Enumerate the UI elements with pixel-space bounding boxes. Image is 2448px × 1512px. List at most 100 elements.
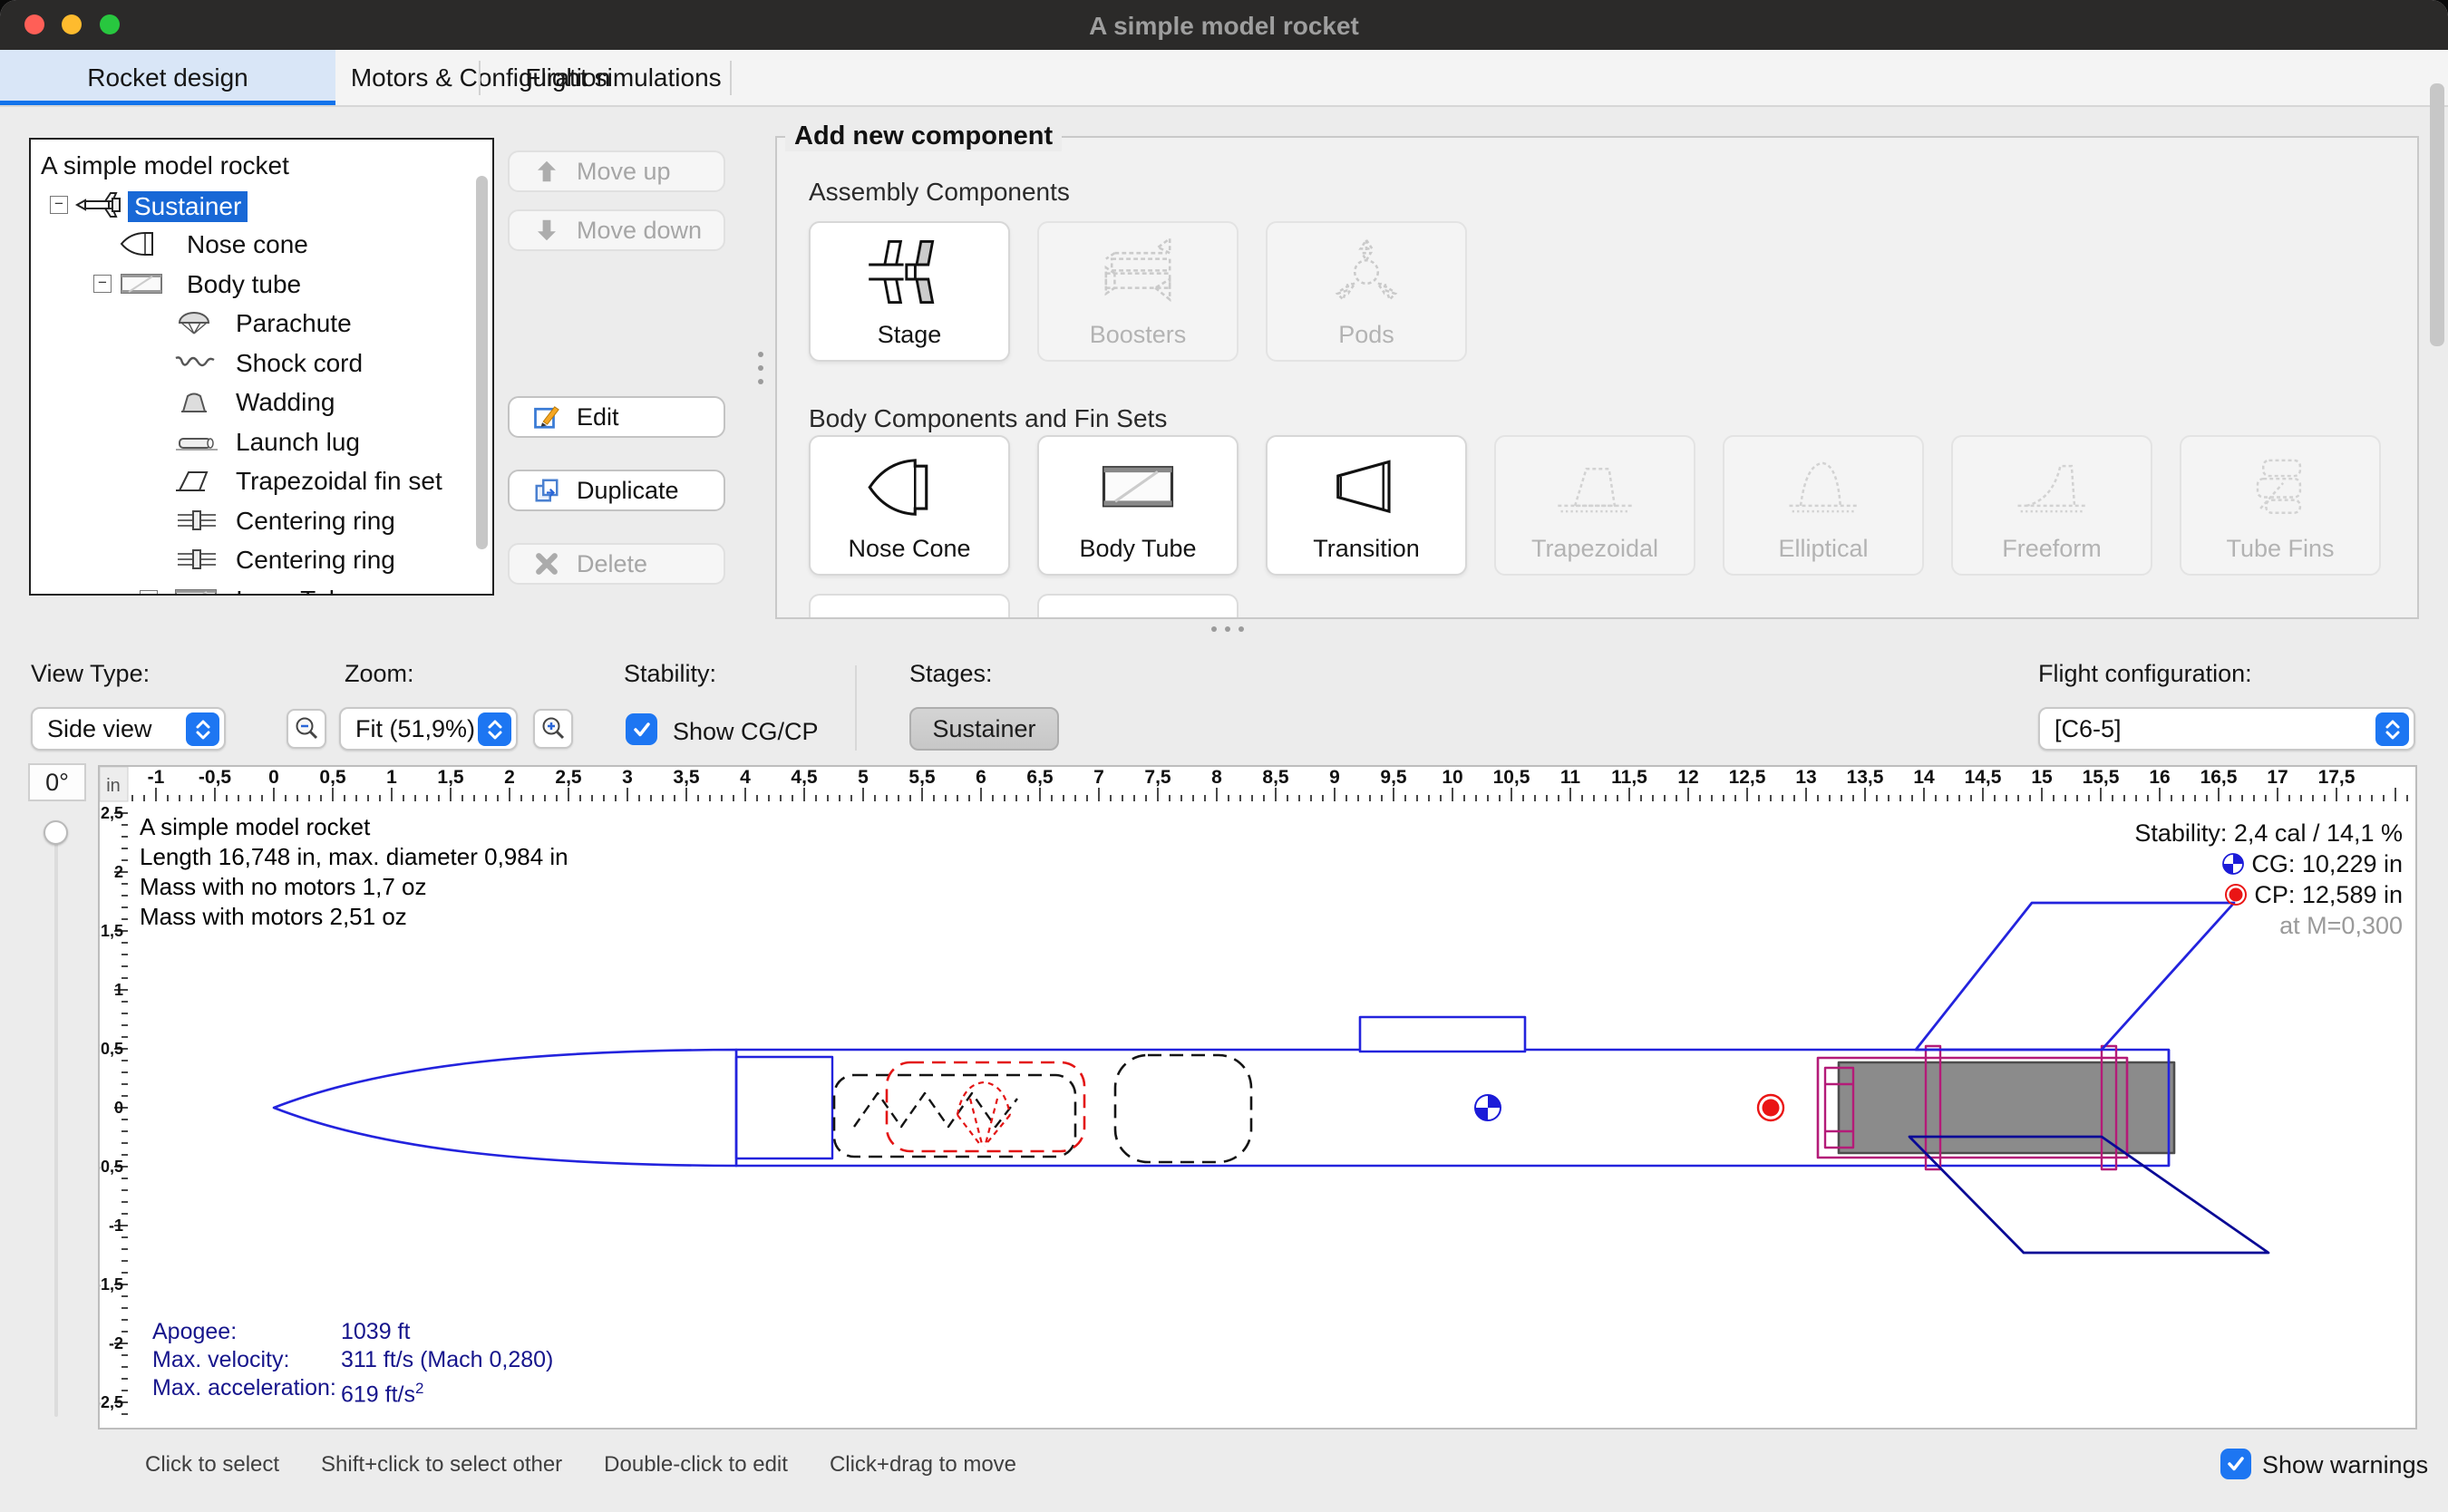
- svg-text:2: 2: [114, 863, 123, 881]
- add-trapezoidal-card: Trapezoidal: [1494, 435, 1695, 576]
- edit-button[interactable]: Edit: [508, 396, 725, 438]
- rotation-slider-knob[interactable]: [44, 820, 68, 845]
- toolbar-divider: [855, 665, 857, 751]
- vertical-splitter-handle[interactable]: [758, 352, 763, 384]
- svg-text:12,5: 12,5: [1729, 767, 1766, 788]
- add-transition-card[interactable]: Transition: [1266, 435, 1467, 576]
- assembly-components-label: Assembly Components: [809, 178, 1070, 207]
- add-body-tube-card[interactable]: Body Tube: [1037, 435, 1239, 576]
- card-trapezoidal-icon: [1496, 437, 1694, 535]
- card-label: Pods: [1338, 321, 1394, 349]
- body-tube-icon: [172, 586, 223, 596]
- card-tube-icon: [1039, 437, 1237, 535]
- rotation-slider-track[interactable]: [54, 832, 58, 1417]
- hint-text: Shift+click to select other: [321, 1452, 562, 1478]
- add-stage-card[interactable]: Stage: [809, 221, 1010, 362]
- tree-item-centering-ring[interactable]: Centering ring: [31, 500, 492, 540]
- svg-text:15: 15: [2031, 767, 2053, 788]
- magnifier-plus-icon: [539, 715, 567, 742]
- rocket-info-line: Mass with no motors 1,7 oz: [140, 872, 568, 902]
- zoom-out-button[interactable]: [287, 709, 326, 749]
- centering-ring-icon: [172, 546, 223, 573]
- parachute-icon: [172, 309, 223, 336]
- tree-item-label: Launch lug: [236, 428, 360, 457]
- tree-item-centering-ring[interactable]: Centering ring: [31, 539, 492, 579]
- flight-stat-label: Max. velocity:: [152, 1346, 341, 1374]
- svg-text:6,5: 6,5: [1026, 767, 1054, 788]
- add-nose-cone-card[interactable]: Nose Cone: [809, 435, 1010, 576]
- svg-text:9: 9: [1329, 767, 1340, 788]
- stage-toggle-sustainer[interactable]: Sustainer: [909, 707, 1059, 751]
- add-component-panel: Assembly Components Stage Boosters Pods Bo…: [775, 136, 2419, 619]
- rocket-info-line: Mass with motors 2,51 oz: [140, 902, 568, 932]
- add-elliptical-card: Elliptical: [1723, 435, 1924, 576]
- zoom-in-button[interactable]: [533, 709, 573, 749]
- expand-icon[interactable]: +: [140, 590, 158, 596]
- tab-flight-simulations[interactable]: Flight simulations: [499, 50, 748, 105]
- move-down-button[interactable]: Move down: [508, 209, 725, 251]
- svg-text:10: 10: [1442, 767, 1462, 788]
- partial-card: [1037, 594, 1239, 619]
- tree-item-sustainer[interactable]: − Sustainer: [31, 185, 492, 225]
- tree-item-trapezoidal-fin-set[interactable]: Trapezoidal fin set: [31, 460, 492, 500]
- zoom-select[interactable]: Fit (51,9%): [339, 707, 518, 751]
- card-label: Tube Fins: [2226, 535, 2334, 563]
- svg-text:-0,5: -0,5: [199, 767, 232, 788]
- svg-text:4,5: 4,5: [791, 767, 818, 788]
- tree-item-body-tube[interactable]: −Body tube: [31, 264, 492, 304]
- tab-rocket-design[interactable]: Rocket design: [0, 50, 335, 105]
- svg-text:3: 3: [622, 767, 633, 788]
- collapse-icon[interactable]: −: [50, 196, 68, 214]
- show-warnings-checkbox[interactable]: [2220, 1449, 2251, 1479]
- rocket-info-block: A simple model rocketLength 16,748 in, m…: [140, 812, 568, 932]
- tree-item-shock-cord[interactable]: Shock cord: [31, 343, 492, 383]
- delete-button[interactable]: Delete: [508, 543, 725, 585]
- collapse-icon[interactable]: −: [93, 275, 112, 293]
- launch-lug[interactable]: [1360, 1017, 1525, 1052]
- svg-text:3,5: 3,5: [673, 767, 700, 788]
- motor[interactable]: [1839, 1062, 2174, 1153]
- window-title: A simple model rocket: [0, 0, 2448, 50]
- hint-text: Double-click to edit: [604, 1452, 788, 1478]
- svg-text:2: 2: [504, 767, 515, 788]
- svg-text:1: 1: [386, 767, 397, 788]
- duplicate-button[interactable]: Duplicate: [508, 470, 725, 511]
- body-tube-icon: [118, 270, 169, 297]
- tree-item-label: Centering ring: [236, 507, 395, 536]
- tree-scrollbar[interactable]: [476, 176, 488, 549]
- view-type-select[interactable]: Side view: [31, 707, 226, 751]
- svg-text:13,5: 13,5: [1847, 767, 1884, 788]
- svg-text:14: 14: [1913, 767, 1935, 788]
- cp-legend-icon: [2223, 882, 2249, 907]
- horizontal-splitter-handle[interactable]: [1211, 626, 1244, 632]
- active-tab-underline: [0, 101, 335, 105]
- tree-item-label: Parachute: [236, 309, 352, 338]
- svg-text:0,5: 0,5: [101, 1040, 123, 1058]
- tree-item-wadding[interactable]: Wadding: [31, 382, 492, 422]
- add-pods-card: Pods: [1266, 221, 1467, 362]
- rotation-value-box[interactable]: 0°: [28, 763, 86, 801]
- svg-text:2,5: 2,5: [555, 767, 582, 788]
- title-bar: A simple model rocket: [0, 0, 2448, 50]
- partially-visible-card-row: [809, 594, 1239, 619]
- tree-item-parachute[interactable]: Parachute: [31, 303, 492, 343]
- mach-note: at M=0,300: [2134, 910, 2403, 941]
- tree-item-label: Sustainer: [128, 191, 248, 222]
- tree-item-launch-lug[interactable]: Launch lug: [31, 422, 492, 461]
- stages-label: Stages:: [909, 660, 993, 688]
- ruler-unit-label: in: [106, 776, 121, 796]
- card-label: Boosters: [1090, 321, 1187, 349]
- card-label: Freeform: [2002, 535, 2102, 563]
- svg-text:8: 8: [1211, 767, 1222, 788]
- tree-item-nose-cone[interactable]: Nose cone: [31, 224, 492, 264]
- tree-item-a-simple-model-rocket[interactable]: A simple model rocket: [31, 145, 492, 185]
- flight-configuration-label: Flight configuration:: [2038, 660, 2252, 688]
- card-freeform-icon: [1953, 437, 2151, 535]
- button-label: Move down: [577, 217, 702, 245]
- panel-scrollbar[interactable]: [2430, 83, 2444, 346]
- flight-configuration-select[interactable]: [C6-5]: [2038, 707, 2415, 751]
- tree-item-inner-tube[interactable]: +Inner Tube: [31, 579, 492, 596]
- move-up-button[interactable]: Move up: [508, 150, 725, 192]
- show-cg-cp-checkbox[interactable]: [626, 713, 657, 745]
- magnifier-minus-icon: [293, 715, 320, 742]
